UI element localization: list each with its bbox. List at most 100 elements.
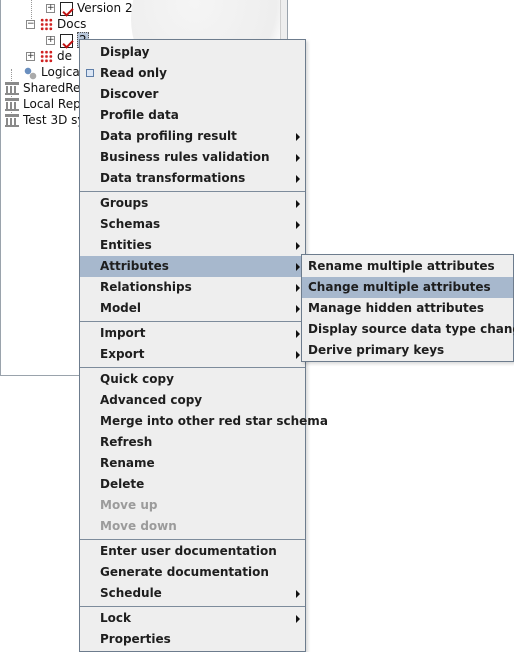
context-menu: Display Read only Discover Profile data … [79,39,328,652]
menu-item-label: Properties [100,632,171,646]
logical-model-icon [23,65,37,80]
menu-item-generate-documentation[interactable]: Generate documentation [80,562,305,583]
menu-item-display[interactable]: Display [80,42,305,63]
submenu-item-display-source-data-type-changes[interactable]: Display source data type changes [302,319,514,340]
tree-node-version-2[interactable]: + Version 2 [46,0,133,16]
tree-node-label: Local Rep [23,97,81,111]
menu-item-label: Move down [100,519,177,533]
menu-item-data-profiling-result[interactable]: Data profiling result [80,126,305,147]
menu-item-label: Display [100,45,150,59]
model-version-icon [60,33,73,48]
submenu-arrow-icon [296,175,300,183]
tree-node-docs[interactable]: − Docs [26,16,86,32]
menu-item-label: Advanced copy [100,393,203,407]
menu-item-label: Manage hidden attributes [308,301,485,315]
menu-item-label: Data transformations [100,171,246,185]
menu-item-schemas[interactable]: Schemas [80,214,305,235]
menu-item-label: Read only [100,66,167,80]
submenu-item-rename-multiple-attributes[interactable]: Rename multiple attributes [302,256,513,277]
model-grid-icon [40,18,53,31]
menu-item-merge-into-schema[interactable]: Merge into other red star schema [80,411,328,432]
menu-item-schedule[interactable]: Schedule [80,583,305,604]
menu-item-groups[interactable]: Groups [80,193,305,214]
menu-item-import[interactable]: Import [80,323,305,344]
menu-item-advanced-copy[interactable]: Advanced copy [80,390,305,411]
submenu-arrow-icon [296,330,300,338]
menu-separator [80,367,305,368]
submenu-arrow-icon [296,200,300,208]
menu-item-label: Data profiling result [100,129,237,143]
menu-item-label: Groups [100,196,149,210]
menu-item-attributes[interactable]: Attributes [80,256,305,277]
menu-item-relationships[interactable]: Relationships [80,277,305,298]
model-grid-icon [40,50,53,63]
menu-item-label: Merge into other red star schema [100,414,328,428]
tree-node-label: de [57,49,72,63]
menu-item-label: Business rules validation [100,150,270,164]
submenu-arrow-icon [296,154,300,162]
submenu-arrow-icon [296,284,300,292]
tree-node-local-repository[interactable]: Local Rep [5,96,81,112]
submenu-item-change-multiple-attributes[interactable]: Change multiple attributes [302,277,513,298]
submenu-arrow-icon [296,351,300,359]
menu-item-entities[interactable]: Entities [80,235,305,256]
menu-item-data-transformations[interactable]: Data transformations [80,168,305,189]
submenu-item-manage-hidden-attributes[interactable]: Manage hidden attributes [302,298,513,319]
menu-item-label: Refresh [100,435,153,449]
menu-item-delete[interactable]: Delete [80,474,305,495]
repository-icon [5,82,19,95]
menu-item-label: Enter user documentation [100,544,277,558]
submenu-arrow-icon [296,242,300,250]
tree-node-de[interactable]: + de [26,48,72,64]
menu-item-label: Profile data [100,108,179,122]
menu-item-label: Display source data type changes [308,322,514,336]
tree-node-test-3d[interactable]: Test 3D sy [5,112,85,128]
menu-item-label: Change multiple attributes [308,280,491,294]
tree-node-label: Test 3D sy [23,113,85,127]
menu-item-move-up: Move up [80,495,305,516]
collapse-icon[interactable]: − [26,20,35,29]
expand-icon[interactable]: + [46,36,55,45]
menu-separator [80,321,305,322]
tree-node-logical[interactable]: Logica [23,64,80,80]
menu-item-refresh[interactable]: Refresh [80,432,305,453]
menu-item-quick-copy[interactable]: Quick copy [80,369,305,390]
expand-icon[interactable]: + [46,4,55,13]
menu-item-read-only[interactable]: Read only [80,63,305,84]
menu-item-profile-data[interactable]: Profile data [80,105,305,126]
tree-node-label: Docs [57,17,87,31]
menu-item-label: Lock [100,611,131,625]
submenu-item-derive-primary-keys[interactable]: Derive primary keys [302,340,513,361]
tree-node-shared-repository[interactable]: SharedRe [5,80,80,96]
repository-icon [5,98,19,111]
menu-item-business-rules-validation[interactable]: Business rules validation [80,147,305,168]
menu-item-label: Attributes [100,259,169,273]
menu-separator [80,606,305,607]
menu-item-model[interactable]: Model [80,298,305,319]
menu-item-label: Discover [100,87,159,101]
menu-item-label: Quick copy [100,372,174,386]
menu-item-properties[interactable]: Properties [80,629,305,650]
expand-icon[interactable]: + [26,52,35,61]
menu-item-label: Generate documentation [100,565,269,579]
menu-item-label: Model [100,301,142,315]
tree-node-label: Version 2 [77,1,133,15]
menu-item-discover[interactable]: Discover [80,84,305,105]
submenu-arrow-icon [296,590,300,598]
menu-item-label: Derive primary keys [308,343,445,357]
menu-item-export[interactable]: Export [80,344,305,365]
model-version-icon [60,1,73,16]
menu-separator [80,539,305,540]
menu-item-label: Rename [100,456,155,470]
menu-item-label: Schemas [100,217,161,231]
menu-item-label: Entities [100,238,152,252]
menu-item-label: Delete [100,477,145,491]
menu-separator [80,191,305,192]
menu-item-label: Relationships [100,280,192,294]
menu-item-rename[interactable]: Rename [80,453,305,474]
menu-item-lock[interactable]: Lock [80,608,305,629]
menu-item-enter-user-documentation[interactable]: Enter user documentation [80,541,305,562]
repository-icon [5,114,19,127]
checkbox-icon[interactable] [86,69,94,77]
menu-item-label: Move up [100,498,158,512]
